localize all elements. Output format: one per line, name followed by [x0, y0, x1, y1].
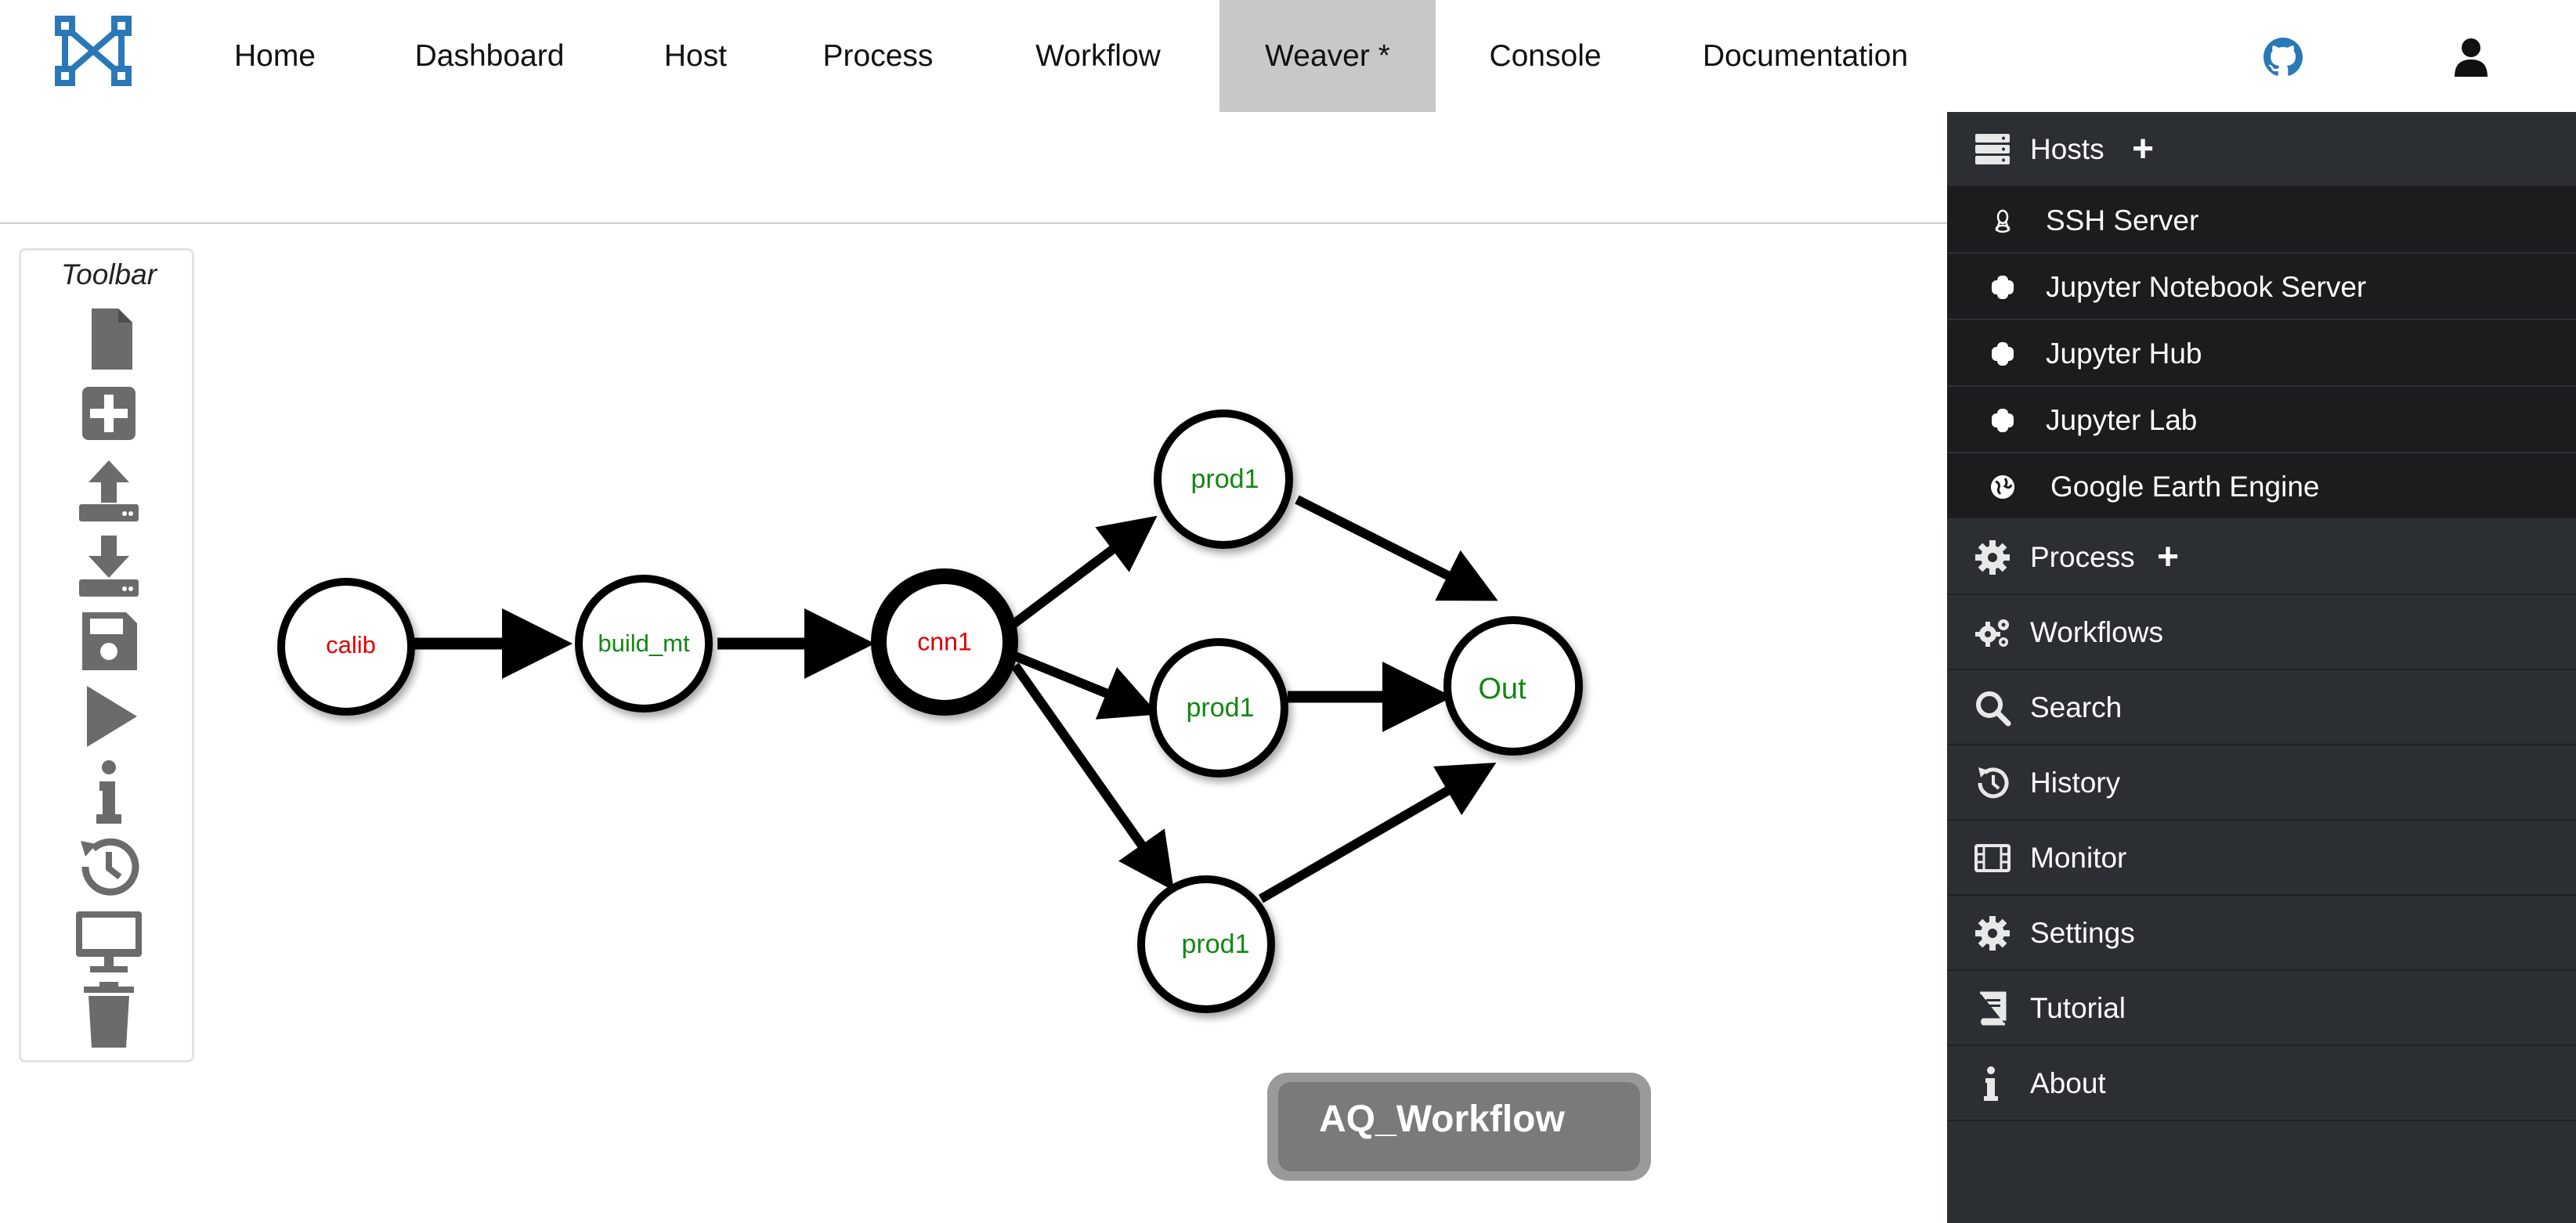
nav-host[interactable]: Host: [633, 0, 758, 112]
sidebar-item-history[interactable]: History: [1947, 745, 2576, 821]
add-icon[interactable]: [70, 381, 148, 448]
host-item-jupyter-notebook[interactable]: Jupyter Notebook Server: [1947, 254, 2576, 320]
linux-icon: [1995, 209, 2011, 233]
host-item-label: Google Earth Engine: [2050, 471, 2320, 503]
monitor-icon[interactable]: [70, 908, 148, 976]
sidebar-item-label: Search: [2030, 691, 2123, 723]
book-icon: [1980, 991, 2007, 1026]
node-build-mt[interactable]: build_mt: [575, 575, 713, 713]
globe-icon: [1991, 475, 2014, 499]
sidebar-item-process[interactable]: Process +: [1947, 520, 2576, 595]
edge-prod1-top-out[interactable]: [1295, 495, 1498, 601]
add-process-button[interactable]: +: [2157, 520, 2179, 595]
host-item-jupyter-hub[interactable]: Jupyter Hub: [1947, 320, 2576, 387]
node-prod1-mid[interactable]: prod1: [1149, 638, 1288, 777]
download-icon[interactable]: [70, 532, 148, 600]
svg-text:Out: Out: [1478, 673, 1526, 705]
new-file-icon[interactable]: [70, 305, 148, 373]
python-icon: [1992, 276, 2014, 299]
settings-icon: [1975, 916, 2010, 951]
host-item-google-earth-engine[interactable]: Google Earth Engine: [1947, 453, 2576, 520]
nav-weaver[interactable]: Weaver *: [1219, 0, 1436, 112]
info-icon[interactable]: [70, 758, 148, 825]
top-navbar: Home Dashboard Host Process Workflow Wea…: [0, 0, 2576, 112]
sidebar-item-label: History: [2030, 767, 2121, 799]
sidebar-item-settings[interactable]: Settings: [1947, 896, 2576, 971]
nav-home[interactable]: Home: [210, 0, 340, 112]
sidebar-item-hosts[interactable]: Hosts +: [1947, 112, 2576, 187]
nav-dashboard[interactable]: Dashboard: [399, 0, 580, 112]
toolbar-panel: Toolbar: [19, 248, 194, 1062]
history-icon: [1978, 767, 2009, 799]
edge-cnn1-prod1-mid[interactable]: [1013, 651, 1159, 720]
svg-text:prod1: prod1: [1191, 464, 1259, 494]
workflow-name-label[interactable]: AQ_Workflow: [1267, 1073, 1651, 1181]
sidebar-item-label: Tutorial: [2030, 992, 2126, 1024]
header-divider: [0, 222, 1947, 224]
run-icon[interactable]: [70, 683, 148, 750]
node-cnn1[interactable]: cnn1: [871, 568, 1018, 716]
server-icon: [1975, 134, 2010, 164]
edge-cnn1-prod1-bot[interactable]: [1011, 662, 1174, 891]
x-network-logo[interactable]: [53, 14, 133, 88]
film-icon: [1974, 844, 2011, 872]
edge-prod1-bot-out[interactable]: [1258, 762, 1497, 904]
node-out[interactable]: Out: [1443, 616, 1583, 756]
node-prod1-bot[interactable]: prod1: [1137, 875, 1275, 1013]
info-icon: [1984, 1066, 1998, 1101]
host-item-label: Jupyter Lab: [2046, 404, 2198, 436]
sidebar-item-monitor[interactable]: Monitor: [1947, 821, 2576, 896]
hosts-label: Hosts: [2030, 133, 2105, 165]
sidebar-item-workflows[interactable]: Workflows: [1947, 595, 2576, 670]
user-icon[interactable]: [2450, 36, 2492, 78]
svg-text:prod1: prod1: [1187, 693, 1255, 723]
host-item-label: Jupyter Hub: [2046, 337, 2202, 370]
host-item-ssh-server[interactable]: SSH Server: [1947, 187, 2576, 254]
host-item-label: SSH Server: [2046, 204, 2199, 236]
sidebar-item-search[interactable]: Search: [1947, 670, 2576, 745]
python-icon: [1992, 409, 2014, 432]
svg-text:prod1: prod1: [1182, 929, 1250, 959]
nav-workflow[interactable]: Workflow: [1018, 0, 1178, 112]
add-host-button[interactable]: +: [2132, 112, 2154, 187]
svg-text:build_mt: build_mt: [598, 630, 690, 657]
edge-cnn1-prod1-top[interactable]: [1007, 515, 1158, 630]
nav-process[interactable]: Process: [811, 0, 945, 112]
save-icon[interactable]: [70, 608, 148, 675]
workflow-graph: calib build_mt cnn1 prod1 prod1 prod1 Ou…: [277, 409, 1583, 1013]
node-calib[interactable]: calib: [277, 578, 415, 716]
history-icon[interactable]: [70, 833, 148, 900]
nav-console[interactable]: Console: [1472, 0, 1618, 112]
nav-documentation[interactable]: Documentation: [1684, 0, 1927, 112]
node-prod1-top[interactable]: prod1: [1154, 409, 1293, 549]
sidebar-item-label: Workflows: [2030, 616, 2163, 648]
svg-text:cnn1: cnn1: [917, 627, 971, 655]
gear-icon: [1975, 540, 2010, 575]
python-icon: [1992, 342, 2014, 366]
gears-icon: [1975, 619, 2009, 647]
sidebar-item-label: Monitor: [2030, 842, 2127, 874]
sidebar-menu: Hosts + SSH Server Jupyter Notebook Serv…: [1947, 112, 2576, 1223]
sidebar-item-about[interactable]: About: [1947, 1046, 2576, 1121]
search-icon: [1976, 691, 2011, 727]
sidebar-item-label: Settings: [2030, 917, 2135, 949]
trash-icon[interactable]: [70, 980, 148, 1048]
workflow-name-text: AQ_Workflow: [1278, 1082, 1640, 1171]
host-item-label: Jupyter Notebook Server: [2046, 271, 2367, 303]
upload-icon[interactable]: [70, 457, 148, 525]
host-item-jupyter-lab[interactable]: Jupyter Lab: [1947, 387, 2576, 453]
github-icon[interactable]: [2263, 38, 2303, 77]
toolbar-title: Toolbar: [60, 258, 157, 290]
sidebar-item-tutorial[interactable]: Tutorial: [1947, 971, 2576, 1046]
svg-text:calib: calib: [326, 631, 376, 658]
process-label: Process: [2030, 541, 2135, 573]
sidebar-item-label: About: [2030, 1067, 2106, 1099]
